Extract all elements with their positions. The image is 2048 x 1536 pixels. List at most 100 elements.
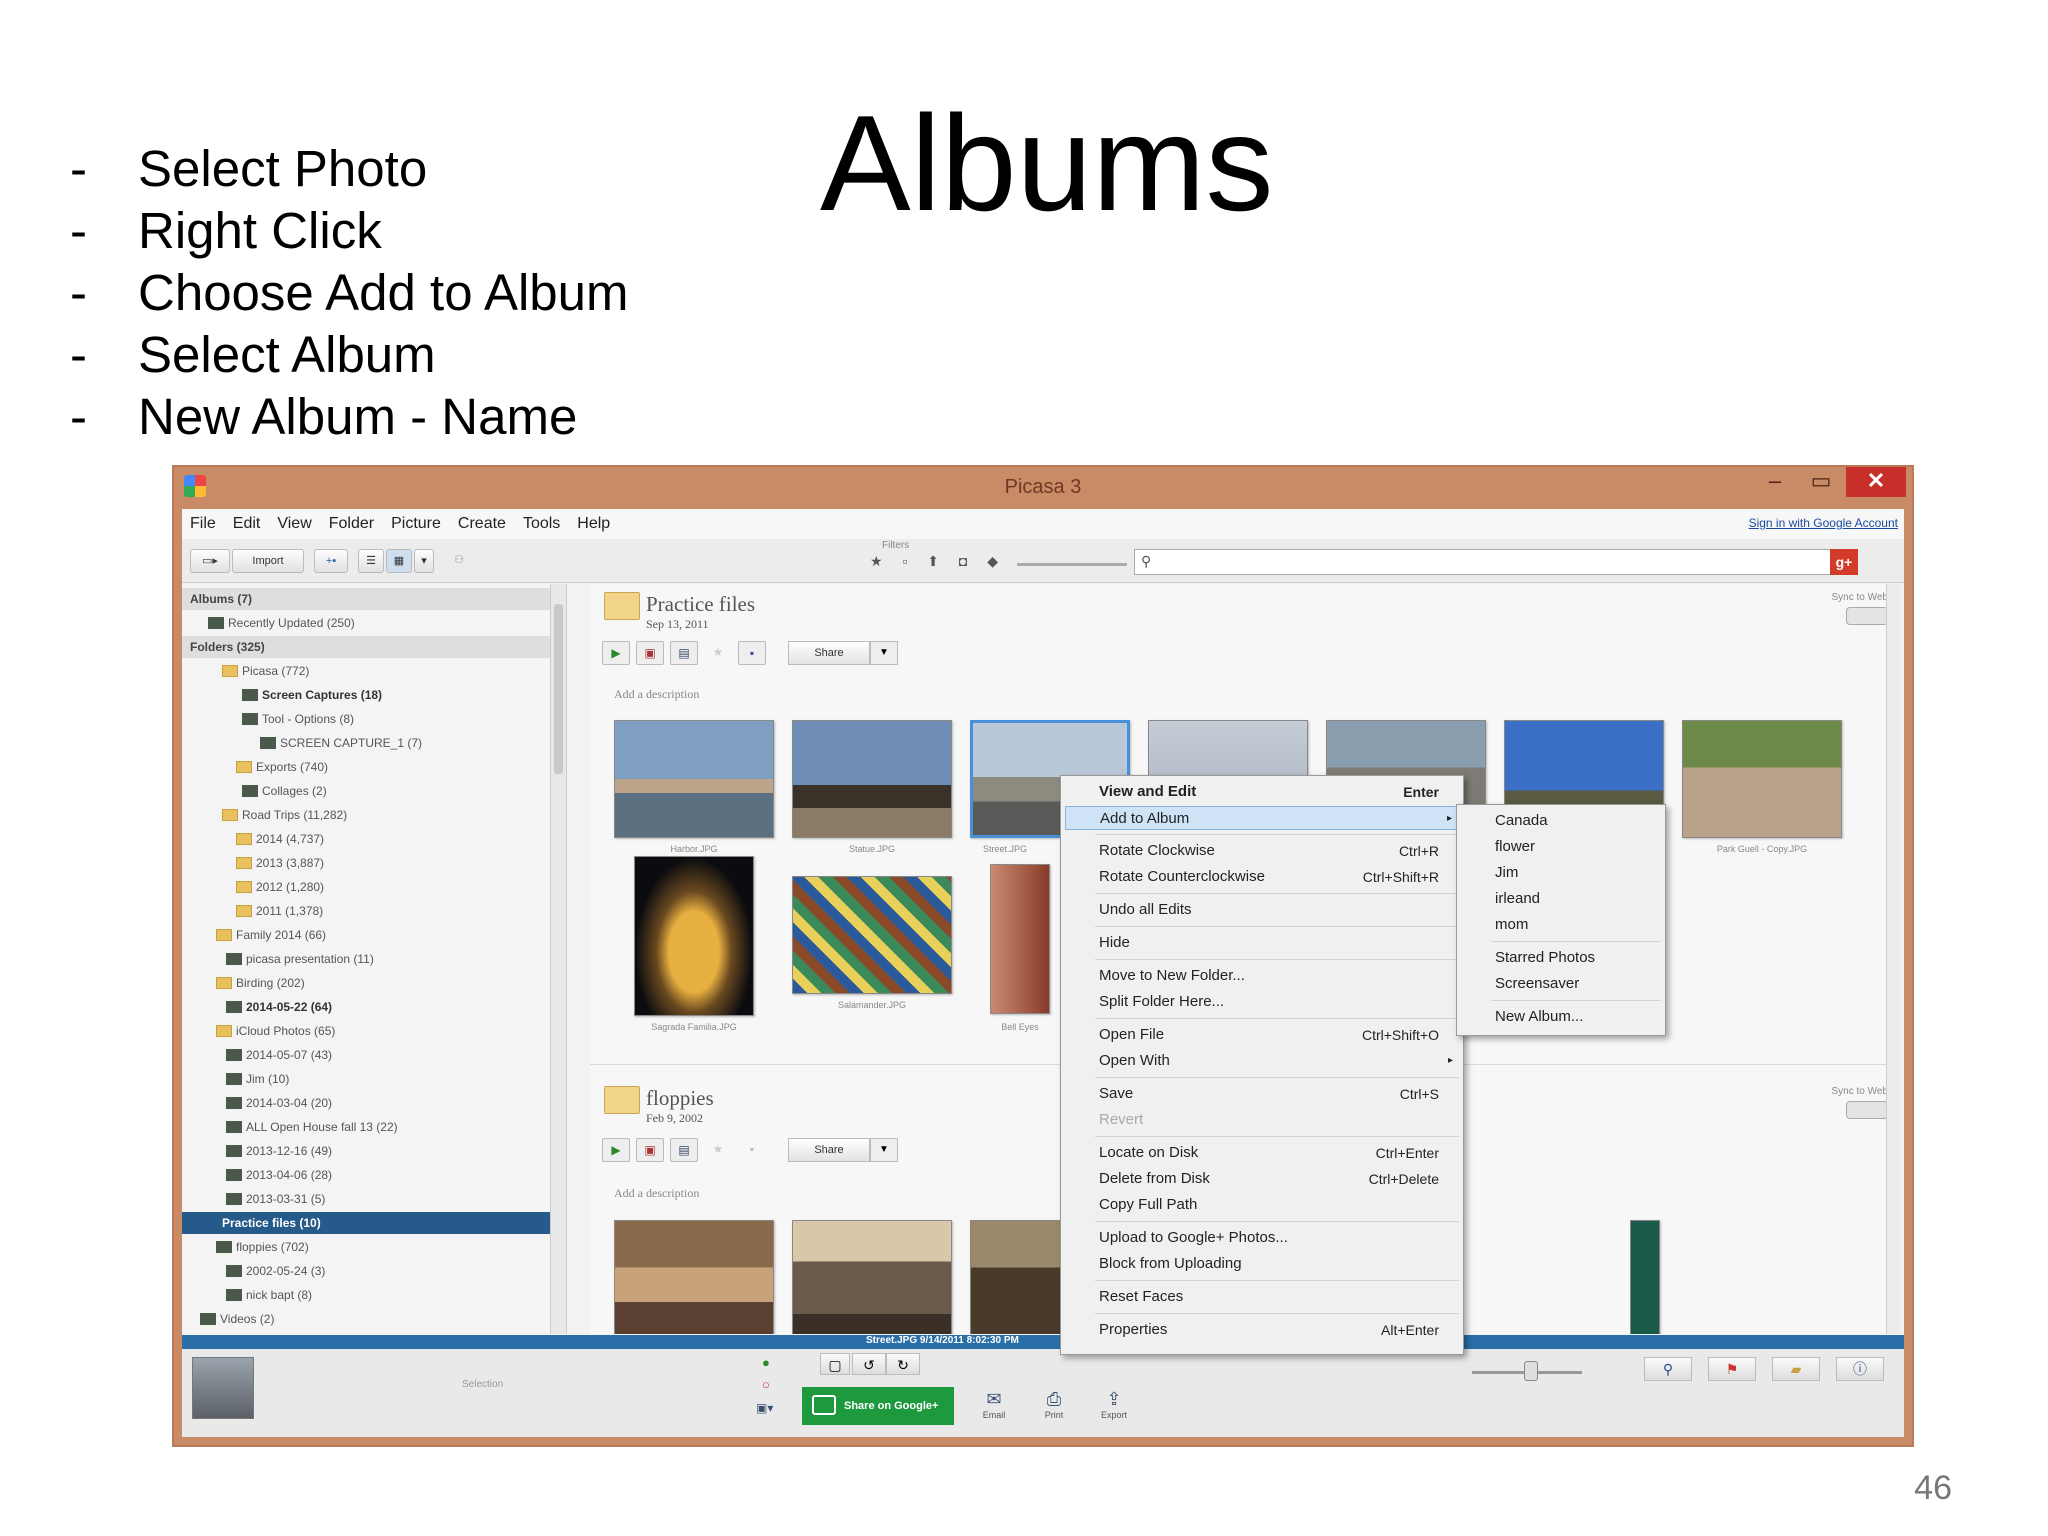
tree-row[interactable]: Picasa (772) [222, 660, 309, 682]
rotate-left-icon[interactable]: ↺ [852, 1353, 886, 1375]
tag-icon[interactable]: ▰ [1772, 1357, 1820, 1381]
search-input[interactable]: ⚲ [1134, 549, 1848, 575]
menu-edit[interactable]: Edit [233, 515, 261, 533]
collage-icon[interactable]: ▤ [670, 641, 698, 665]
add-to-icon[interactable]: +▪ [314, 549, 348, 573]
album-tray-icon[interactable]: ▣▾ [756, 1401, 773, 1415]
list-view-icon[interactable]: ☰ [358, 549, 384, 573]
tree-row[interactable]: 2011 (1,378) [236, 900, 323, 922]
sync-to-web[interactable]: Sync to Web [1831, 592, 1888, 625]
tree-row[interactable]: Videos (2) [200, 1308, 274, 1330]
sync-toggle[interactable] [1846, 607, 1888, 625]
google-plus-button[interactable]: g+ [1830, 549, 1858, 575]
tree-row[interactable]: Jim (10) [226, 1068, 289, 1090]
tree-row[interactable]: 2014 (4,737) [236, 828, 324, 850]
collage-icon[interactable]: ▤ [670, 1138, 698, 1162]
menu-picture[interactable]: Picture [391, 515, 441, 533]
filter-slider[interactable] [1017, 563, 1127, 566]
library-scrollbar[interactable] [1886, 584, 1900, 1334]
tree-row[interactable]: 2013-04-06 (28) [226, 1164, 332, 1186]
new-album-item[interactable]: New Album... [1461, 1005, 1661, 1029]
tree-row[interactable]: Road Trips (11,282) [222, 804, 347, 826]
album-item[interactable]: mom [1461, 913, 1661, 937]
add-description[interactable]: Add a description [614, 1186, 699, 1201]
photo-thumbnail[interactable] [634, 856, 754, 1016]
tree-row[interactable]: Screen Captures (18) [242, 684, 382, 706]
tree-row[interactable]: Collages (2) [242, 780, 327, 802]
hold-icon[interactable]: ● [762, 1355, 770, 1370]
share-button[interactable]: Share [788, 1138, 870, 1162]
share-button[interactable]: Share [788, 641, 870, 665]
import-button[interactable]: Import [232, 549, 304, 573]
photo-thumbnail[interactable] [792, 876, 952, 994]
context-menu-item[interactable]: Delete from Disk Ctrl+Delete [1065, 1167, 1459, 1191]
photo-thumbnail[interactable] [970, 1220, 1070, 1334]
photo-thumbnail[interactable] [1630, 1220, 1660, 1334]
tree-row[interactable]: SCREEN CAPTURE_1 (7) [260, 732, 422, 754]
menu-create[interactable]: Create [458, 515, 506, 533]
tree-row[interactable]: 2014-05-22 (64) [226, 996, 332, 1018]
tree-row[interactable]: floppies (702) [216, 1236, 309, 1258]
tree-row-selected[interactable]: Practice files (10) [182, 1212, 550, 1234]
maximize-button[interactable]: ▭ [1798, 467, 1844, 497]
context-menu-item[interactable]: Revert [1065, 1108, 1459, 1132]
photo-thumbnail[interactable] [614, 1220, 774, 1334]
play-icon[interactable]: ▶ [602, 641, 630, 665]
photo-thumbnail[interactable] [1682, 720, 1842, 838]
folder-header-practice[interactable]: Practice files Sep 13, 2011 [604, 592, 755, 632]
context-menu-item[interactable]: Move to New Folder... [1065, 964, 1459, 988]
share-dropdown-icon[interactable]: ▼ [870, 641, 898, 665]
star-icon[interactable]: ★ [704, 1138, 732, 1162]
tree-row[interactable]: Family 2014 (66) [216, 924, 326, 946]
context-menu-item[interactable]: Properties Alt+Enter [1065, 1318, 1459, 1342]
tree-scroll-thumb[interactable] [554, 604, 563, 774]
tray-action-icon[interactable]: ▢ [820, 1353, 850, 1375]
sync-toggle[interactable] [1846, 1101, 1888, 1119]
album-item[interactable]: irleand [1461, 887, 1661, 911]
menu-folder[interactable]: Folder [329, 515, 374, 533]
email-button[interactable]: ✉ Email [974, 1389, 1014, 1420]
album-item[interactable]: flower [1461, 835, 1661, 859]
slideshow-icon[interactable]: ▣ [636, 641, 664, 665]
photo-thumbnail[interactable] [990, 864, 1050, 1014]
close-button[interactable]: ✕ [1846, 467, 1906, 497]
context-menu-item[interactable]: Add to Album ▸ [1065, 806, 1459, 830]
export-button[interactable]: ⇪ Export [1094, 1389, 1134, 1420]
print-button[interactable]: ⎙ Print [1034, 1389, 1074, 1420]
tree-row[interactable]: nick bapt (8) [226, 1284, 312, 1306]
tree-row[interactable]: iCloud Photos (65) [216, 1020, 335, 1042]
album-item[interactable]: Starred Photos [1461, 946, 1661, 970]
context-menu-item[interactable]: Undo all Edits [1065, 898, 1459, 922]
people-tag-icon[interactable]: ⚲ [1644, 1357, 1692, 1381]
context-menu-item[interactable]: Reset Faces [1065, 1285, 1459, 1309]
photo-thumbnail[interactable] [792, 720, 952, 838]
add-description[interactable]: Add a description [614, 687, 699, 702]
filter-buttons[interactable]: ★ ▫ ⬆ ◘ ◆ [870, 553, 1006, 570]
tree-row[interactable]: Birding (202) [216, 972, 305, 994]
slideshow-icon[interactable]: ▣ [636, 1138, 664, 1162]
play-icon[interactable]: ▶ [602, 1138, 630, 1162]
menu-help[interactable]: Help [577, 515, 610, 533]
menu-view[interactable]: View [277, 515, 311, 533]
photo-thumbnail[interactable] [792, 1220, 952, 1334]
folder-header-floppies[interactable]: floppies Feb 9, 2002 [604, 1086, 714, 1126]
tree-row[interactable]: 2013 (3,887) [236, 852, 324, 874]
people-icon[interactable]: ⚇ [444, 549, 474, 573]
sync-to-web[interactable]: Sync to Web [1831, 1086, 1888, 1119]
menu-file[interactable]: File [190, 515, 216, 533]
tree-section-header[interactable]: Albums (7) [182, 588, 550, 610]
context-menu-item[interactable]: View and Edit Enter [1065, 780, 1459, 804]
tree-row[interactable]: 2014-03-04 (20) [226, 1092, 332, 1114]
star-icon[interactable]: ★ [704, 641, 732, 665]
tree-row[interactable]: 2013-12-16 (49) [226, 1140, 332, 1162]
tree-section-header[interactable]: Folders (325) [182, 636, 550, 658]
tree-row[interactable]: 2014-05-07 (43) [226, 1044, 332, 1066]
context-menu-item[interactable]: Hide [1065, 931, 1459, 955]
view-dropdown-icon[interactable]: ▾ [414, 549, 434, 573]
album-item[interactable]: Canada [1461, 809, 1661, 833]
album-item[interactable]: Jim [1461, 861, 1661, 885]
context-menu-item[interactable]: Open File Ctrl+Shift+O [1065, 1023, 1459, 1047]
tree-row[interactable]: 2002-05-24 (3) [226, 1260, 325, 1282]
save-icon[interactable]: ▪ [738, 1138, 766, 1162]
import-icon[interactable]: ▭▸ [190, 549, 230, 573]
